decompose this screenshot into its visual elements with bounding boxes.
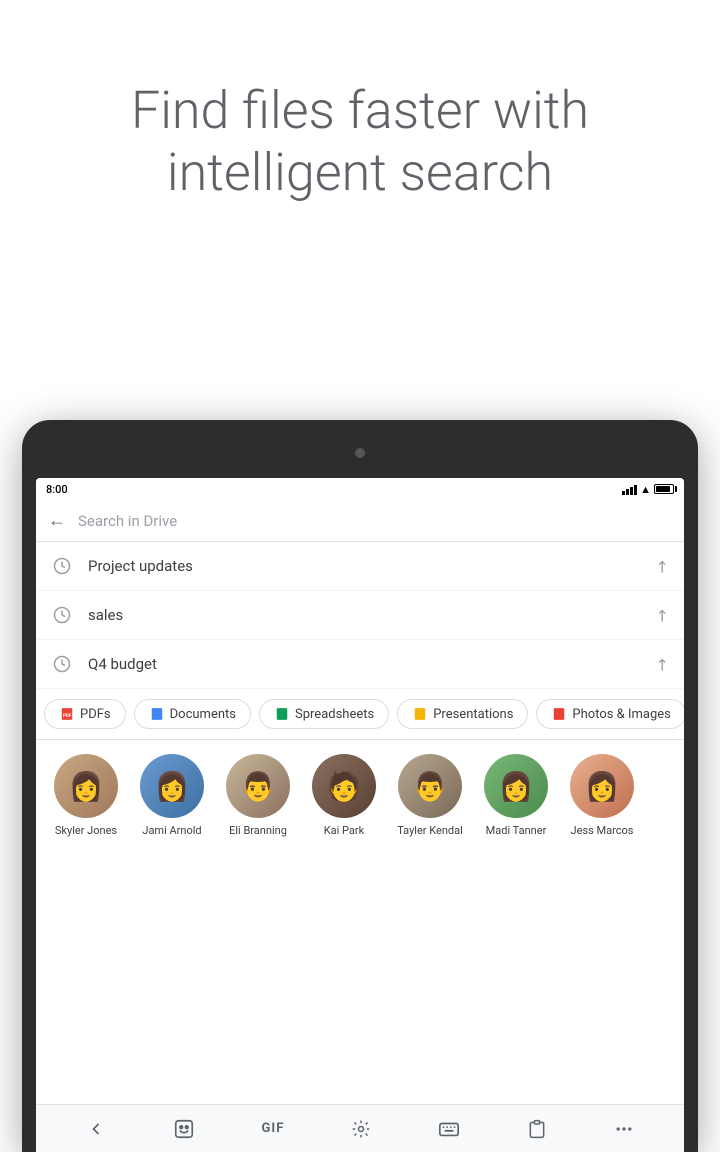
person-name-skyler: Skyler Jones: [55, 824, 117, 837]
person-name-tayler: Tayler Kendal: [397, 824, 463, 837]
gif-button[interactable]: GIF: [250, 1115, 297, 1142]
chip-pdfs[interactable]: PDF PDFs: [44, 699, 126, 729]
photo-icon: [551, 706, 567, 722]
person-item[interactable]: 🧑 Kai Park: [304, 754, 384, 837]
more-button[interactable]: [602, 1113, 646, 1145]
suggestion-text: Q4 budget: [88, 655, 655, 673]
time-display: 8:00: [46, 483, 68, 496]
chip-documents[interactable]: Documents: [134, 699, 251, 729]
person-item[interactable]: 👩 Madi Tanner: [476, 754, 556, 837]
chip-presentations[interactable]: Presentations: [397, 699, 528, 729]
person-name-eli: Eli Branning: [229, 824, 287, 837]
suggestions-list: Project updates ↗ sales ↗ Q4 budge: [36, 542, 684, 689]
history-icon: [52, 556, 72, 576]
search-bar[interactable]: ← Search in Drive: [36, 500, 684, 542]
person-item[interactable]: 👩 Jami Arnold: [132, 754, 212, 837]
chip-label-documents: Documents: [170, 707, 236, 722]
back-button[interactable]: ←: [48, 510, 66, 531]
filter-chips-row: PDF PDFs Documents Spreadsheets: [36, 689, 684, 740]
tablet-screen: 8:00 ▲ ← Search in Drive: [36, 478, 684, 1152]
gif-label: GIF: [262, 1121, 285, 1136]
avatar-madi: 👩: [484, 754, 548, 818]
avatar-jami: 👩: [140, 754, 204, 818]
pdf-icon: PDF: [59, 706, 75, 722]
avatar-eli: 👨: [226, 754, 290, 818]
hero-section: Find files faster with intelligent searc…: [0, 0, 720, 245]
suggestion-item[interactable]: Project updates ↗: [36, 542, 684, 591]
keyboard-back-button[interactable]: [74, 1113, 118, 1145]
battery-icon: [654, 484, 674, 494]
chip-label-pdfs: PDFs: [80, 707, 111, 722]
chip-label-photos: Photos & Images: [572, 707, 670, 722]
suggestion-item[interactable]: Q4 budget ↗: [36, 640, 684, 689]
hero-title: Find files faster with intelligent searc…: [60, 80, 660, 205]
camera-dot: [355, 448, 365, 458]
status-icons: ▲: [622, 483, 674, 496]
person-name-kai: Kai Park: [324, 824, 364, 837]
sheet-icon: [274, 706, 290, 722]
chip-label-spreadsheets: Spreadsheets: [295, 707, 374, 722]
keyboard-toggle-button[interactable]: [426, 1112, 472, 1146]
settings-button[interactable]: [339, 1113, 383, 1145]
doc-icon: [149, 706, 165, 722]
avatar-skyler: 👩: [54, 754, 118, 818]
person-item[interactable]: 👨 Tayler Kendal: [390, 754, 470, 837]
person-item[interactable]: 👩 Jess Marcos: [562, 754, 642, 837]
avatar-jess: 👩: [570, 754, 634, 818]
chip-photos[interactable]: Photos & Images: [536, 699, 684, 729]
svg-text:PDF: PDF: [63, 713, 72, 719]
emoji-button[interactable]: [161, 1112, 207, 1146]
avatar-tayler: 👨: [398, 754, 462, 818]
slides-icon: [412, 706, 428, 722]
status-bar: 8:00 ▲: [36, 478, 684, 500]
person-name-jami: Jami Arnold: [142, 824, 201, 837]
chip-label-presentations: Presentations: [433, 707, 513, 722]
keyboard-bar: GIF: [36, 1104, 684, 1152]
avatar-kai: 🧑: [312, 754, 376, 818]
person-item[interactable]: 👩 Skyler Jones: [46, 754, 126, 837]
suggestion-text: sales: [88, 606, 655, 624]
people-section: 👩 Skyler Jones 👩 Jami Arnold 👨 Eli Brann…: [36, 740, 684, 851]
tablet-device: 8:00 ▲ ← Search in Drive: [22, 420, 698, 1152]
signal-icon: [622, 483, 637, 495]
suggestion-text: Project updates: [88, 557, 655, 575]
clipboard-button[interactable]: [515, 1113, 559, 1145]
suggestion-item[interactable]: sales ↗: [36, 591, 684, 640]
history-icon: [52, 654, 72, 674]
search-input[interactable]: Search in Drive: [78, 512, 672, 530]
person-name-jess: Jess Marcos: [571, 824, 634, 837]
person-item[interactable]: 👨 Eli Branning: [218, 754, 298, 837]
wifi-icon: ▲: [640, 483, 651, 496]
chip-spreadsheets[interactable]: Spreadsheets: [259, 699, 389, 729]
person-name-madi: Madi Tanner: [486, 824, 547, 837]
history-icon: [52, 605, 72, 625]
